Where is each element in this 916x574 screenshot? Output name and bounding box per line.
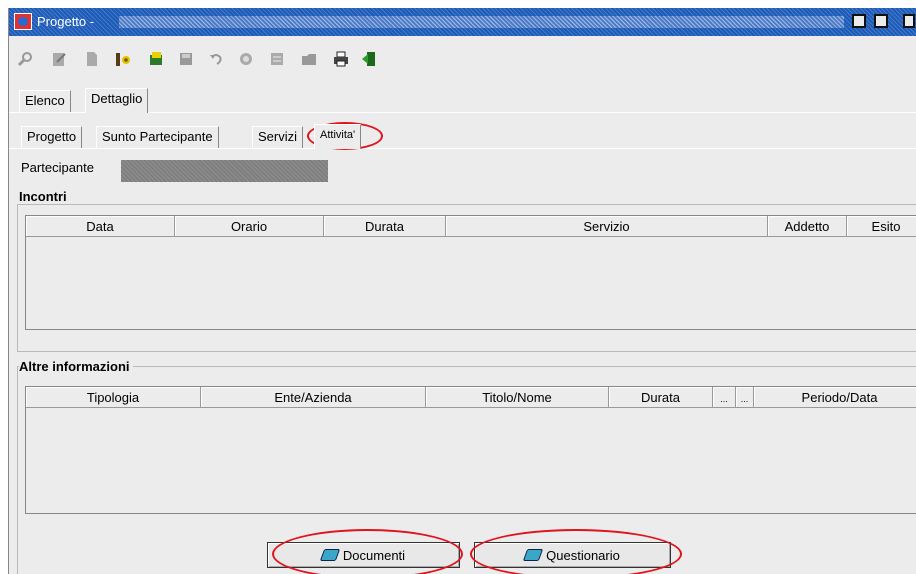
main-tab-row: Elenco Dettaglio — [9, 88, 916, 113]
minimize-icon[interactable] — [852, 14, 866, 28]
tab-elenco[interactable]: Elenco — [19, 90, 71, 112]
tab-progetto[interactable]: Progetto — [21, 126, 83, 148]
new-document-icon[interactable] — [82, 49, 102, 69]
documenti-label: Documenti — [342, 547, 406, 563]
questionario-button[interactable]: Questionario — [474, 542, 671, 568]
tab-divider — [9, 148, 916, 149]
column-header-addetto[interactable]: Addetto — [768, 216, 847, 237]
altre-informazioni-table-header: Tipologia Ente/Azienda Titolo/Nome Durat… — [26, 387, 916, 409]
folder-icon[interactable] — [299, 49, 319, 69]
book-icon — [319, 549, 341, 561]
column-header-servizio[interactable]: Servizio — [446, 216, 768, 237]
search-icon[interactable] — [15, 49, 35, 69]
title-bar[interactable]: Progetto - — [9, 8, 916, 36]
column-header-data[interactable]: Data — [26, 216, 175, 237]
tab-attivita[interactable]: Attivita' — [314, 124, 362, 149]
incontri-title: Incontri — [19, 189, 70, 204]
column-header-ellipsis-2[interactable]: ... — [736, 387, 754, 408]
notes-icon[interactable] — [146, 49, 166, 69]
partecipante-label: Partecipante — [21, 160, 94, 175]
maximize-icon[interactable] — [874, 14, 888, 28]
help-icon[interactable] — [236, 49, 256, 69]
incontri-table: Data Orario Durata Servizio Addetto Esit… — [25, 215, 916, 330]
tab-servizi[interactable]: Servizi — [252, 126, 304, 148]
altre-informazioni-title: Altre informazioni — [19, 359, 133, 374]
close-icon[interactable] — [903, 14, 915, 28]
detail-tab-row: Progetto Sunto Partecipante Servizi Atti… — [9, 124, 916, 149]
partecipante-field — [121, 160, 328, 182]
column-header-ellipsis-1[interactable]: ... — [713, 387, 736, 408]
column-header-durata[interactable]: Durata — [609, 387, 713, 408]
window-title: Progetto - — [37, 14, 95, 29]
altre-informazioni-table: Tipologia Ente/Azienda Titolo/Nome Durat… — [25, 386, 916, 514]
column-header-tipologia[interactable]: Tipologia — [26, 387, 201, 408]
column-header-orario[interactable]: Orario — [175, 216, 324, 237]
questionario-label: Questionario — [546, 547, 620, 563]
column-header-ente-azienda[interactable]: Ente/Azienda — [201, 387, 426, 408]
exit-icon[interactable] — [359, 49, 379, 69]
tab-dettaglio[interactable]: Dettaglio — [85, 88, 149, 113]
checklist-icon[interactable] — [267, 49, 287, 69]
book-icon — [522, 549, 544, 561]
save-icon[interactable] — [176, 49, 196, 69]
info-icon[interactable] — [113, 49, 133, 69]
documenti-button[interactable]: Documenti — [267, 542, 460, 568]
edit-icon[interactable] — [49, 49, 69, 69]
app-icon — [14, 13, 32, 30]
column-header-durata[interactable]: Durata — [324, 216, 446, 237]
print-icon[interactable] — [331, 49, 351, 69]
column-header-periodo-data[interactable]: Periodo/Data — [754, 387, 916, 408]
tab-sunto-partecipante[interactable]: Sunto Partecipante — [96, 126, 219, 148]
incontri-table-header: Data Orario Durata Servizio Addetto Esit… — [26, 216, 916, 238]
column-header-esito[interactable]: Esito — [847, 216, 916, 237]
toolbar — [9, 36, 916, 78]
column-header-titolo-nome[interactable]: Titolo/Nome — [426, 387, 609, 408]
undo-icon[interactable] — [206, 49, 226, 69]
app-window: Progetto - Elenco Dettaglio Progetto Sun… — [8, 8, 916, 574]
title-bar-pattern — [119, 16, 844, 28]
